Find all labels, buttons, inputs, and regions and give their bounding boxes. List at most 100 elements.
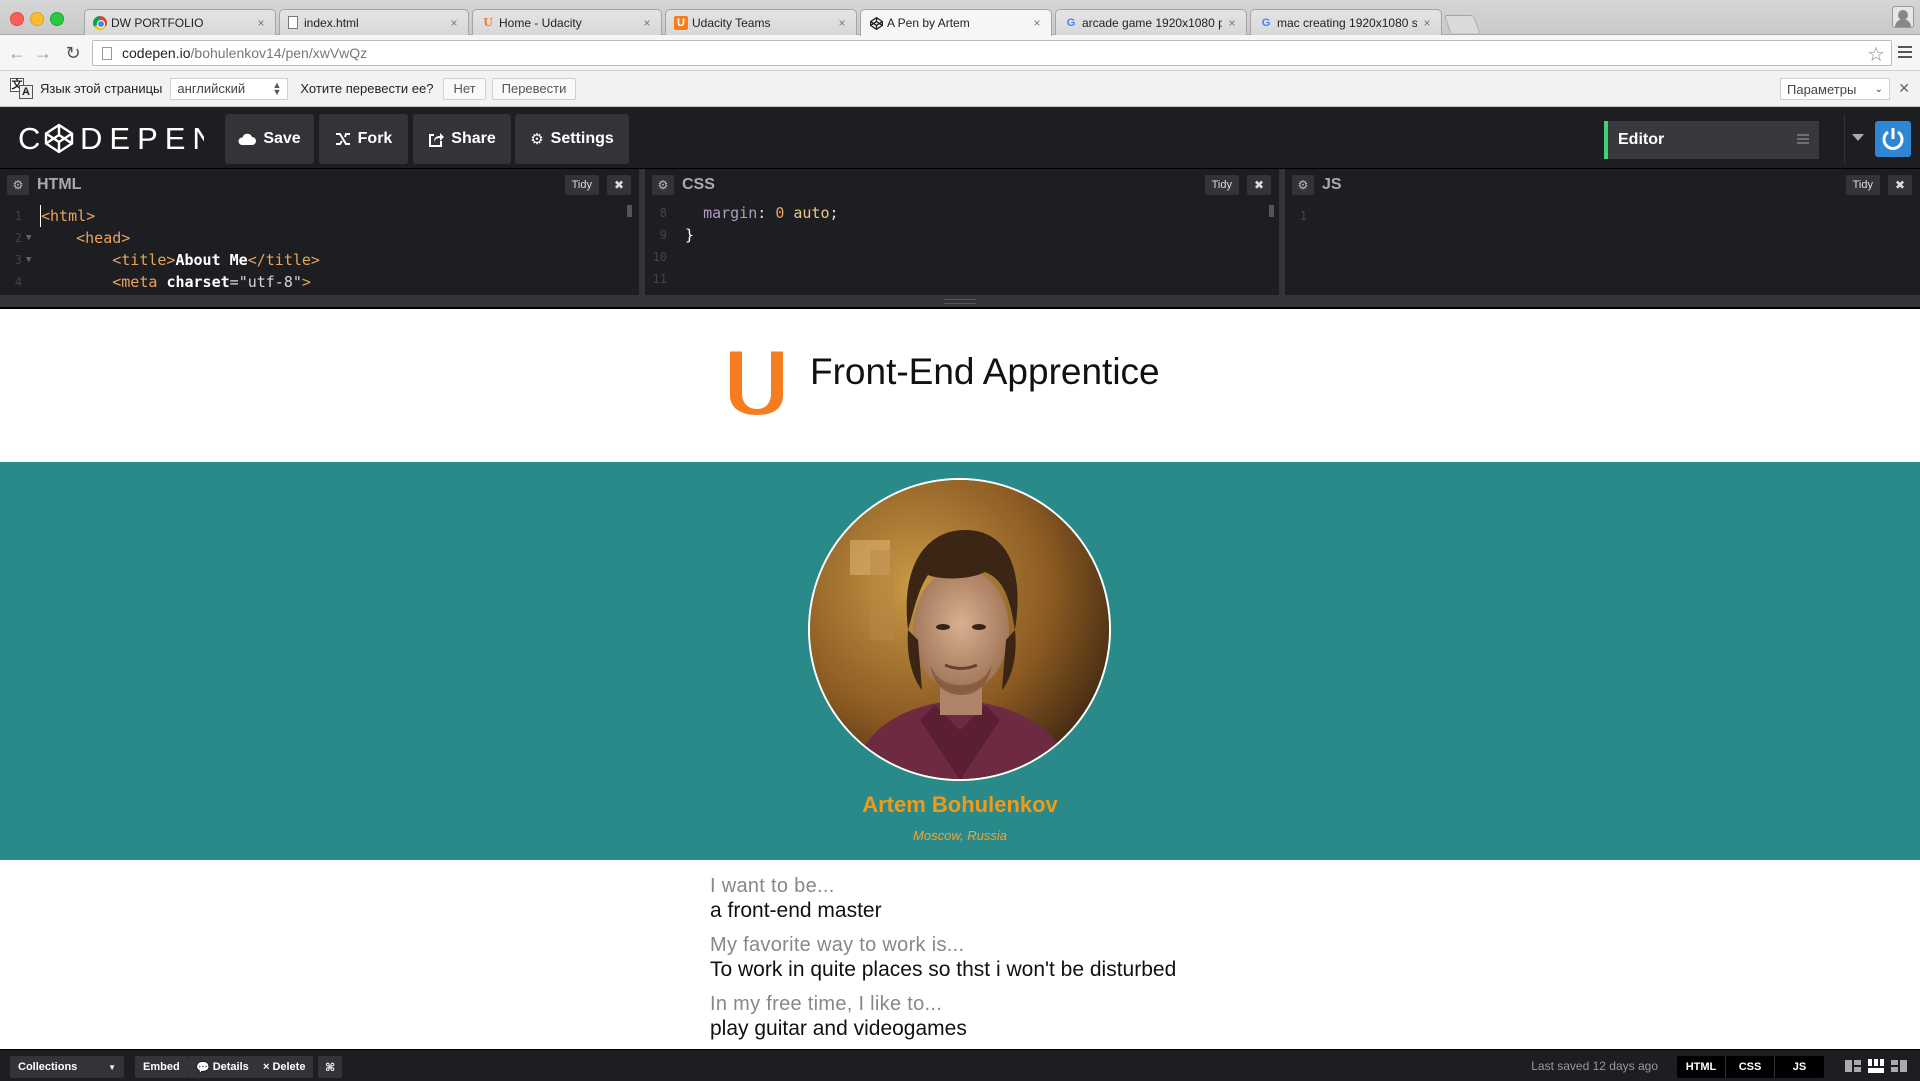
layout-left-icon[interactable] — [1845, 1058, 1861, 1074]
close-tab-icon[interactable]: × — [1421, 16, 1433, 30]
css-pane-close-icon[interactable]: ✖ — [1247, 175, 1271, 195]
close-window-button[interactable] — [10, 12, 24, 26]
view-js-button[interactable]: JS — [1775, 1056, 1824, 1078]
share-button[interactable]: Share — [413, 114, 511, 164]
codepen-icon — [869, 16, 883, 30]
new-tab-button[interactable] — [1443, 15, 1481, 33]
translate-button[interactable]: Перевести — [491, 77, 577, 100]
close-tab-icon[interactable]: × — [641, 16, 653, 30]
close-tab-icon[interactable]: × — [1031, 16, 1043, 30]
browser-tab[interactable]: index.html × — [279, 9, 469, 35]
css-pane[interactable]: ⚙ CSS Tidy ✖ 8 margin: 0 auto; 9} 10 11 — [645, 169, 1279, 295]
select-arrows-icon: ▲ ▼ — [272, 79, 282, 97]
details-button[interactable]: 💬 Details — [188, 1056, 257, 1078]
shortcut-button[interactable]: ⌘ — [318, 1056, 343, 1078]
layout-right-icon[interactable] — [1891, 1058, 1907, 1074]
browser-tab[interactable]: U Home - Udacity × — [472, 9, 662, 35]
view-html-button[interactable]: HTML — [1677, 1056, 1726, 1078]
html-pane[interactable]: ⚙ HTML Tidy ✖ 1 <html> 2 ▼ <head> 3 ▼ <titl… — [0, 169, 639, 295]
editor-label: Editor — [1618, 131, 1665, 148]
editor-view-dropdown[interactable]: Editor — [1604, 121, 1819, 159]
js-code-editor[interactable]: 1 — [1285, 205, 1920, 295]
browser-tab[interactable]: G arcade game 1920x1080 p × — [1055, 9, 1247, 35]
details-label: Details — [212, 1061, 249, 1073]
save-label: Save — [263, 130, 301, 147]
close-tab-icon[interactable]: × — [836, 16, 848, 30]
js-pane[interactable]: ⚙ JS Tidy ✖ 1 — [1285, 169, 1920, 295]
codepen-logo[interactable]: C DEPEN — [18, 121, 208, 155]
settings-button[interactable]: ⚙ Settings — [515, 114, 629, 164]
tab-title: index.html — [304, 15, 359, 30]
save-button[interactable]: Save — [225, 114, 314, 164]
no-button[interactable]: Нет — [443, 77, 486, 100]
view-css-button[interactable]: CSS — [1726, 1056, 1775, 1078]
html-code-editor[interactable]: 1 <html> 2 ▼ <head> 3 ▼ <title> About Me </ti… — [0, 205, 639, 295]
js-tidy-button[interactable]: Tidy — [1845, 175, 1880, 195]
scrollbar-thumb[interactable] — [1269, 205, 1274, 217]
js-pane-close-icon[interactable]: ✖ — [1888, 175, 1912, 195]
chrome-menu-icon[interactable] — [1898, 46, 1912, 58]
fork-button[interactable]: Fork — [319, 114, 408, 164]
chrome-icon — [93, 15, 107, 30]
html-tidy-button[interactable]: Tidy — [564, 175, 599, 195]
close-tab-icon[interactable]: × — [1226, 16, 1238, 30]
browser-tab[interactable]: DW PORTFOLIO × — [84, 9, 276, 35]
code-token: <title> — [112, 251, 176, 269]
url-text: codepen.io/bohulenkov14/pen/xwVwQz — [122, 45, 368, 61]
pane-settings-gear-icon[interactable]: ⚙ — [652, 175, 674, 195]
scrollbar-thumb[interactable] — [627, 205, 632, 217]
code-token: "utf-8" — [238, 273, 302, 291]
reload-icon[interactable]: ↻ — [62, 42, 84, 64]
comment-icon: 💬 — [196, 1061, 210, 1074]
back-arrow-icon[interactable]: ← — [6, 42, 28, 64]
options-dropdown[interactable]: Параметры ⌄ — [1780, 78, 1890, 100]
browser-tab[interactable]: G mac creating 1920x1080 s × — [1250, 9, 1442, 35]
minimize-window-button[interactable] — [30, 12, 44, 26]
power-icon — [1882, 128, 1904, 150]
close-tab-icon[interactable]: × — [255, 16, 267, 30]
html-pane-close-icon[interactable]: ✖ — [607, 175, 631, 195]
html-pane-header: ⚙ HTML Tidy ✖ — [0, 169, 639, 201]
layout-top-icon[interactable] — [1868, 1058, 1884, 1074]
css-code-editor[interactable]: 8 margin: 0 auto; 9} 10 11 — [645, 202, 1279, 295]
code-token: charset — [166, 273, 230, 291]
about-item: In my free time, I like to... play guita… — [710, 993, 1310, 1041]
fold-arrow-icon[interactable]: ▼ — [26, 227, 40, 249]
browser-tab[interactable]: U Udacity Teams × — [665, 9, 857, 35]
file-icon — [288, 16, 298, 29]
delete-button[interactable]: × Delete — [255, 1056, 314, 1078]
line-number: 8 — [659, 206, 667, 220]
line-number: 2 — [14, 231, 22, 245]
css-tidy-button[interactable]: Tidy — [1204, 175, 1239, 195]
translate-icon: 文A — [10, 77, 34, 100]
maximize-window-button[interactable] — [50, 12, 64, 26]
pane-settings-gear-icon[interactable]: ⚙ — [1292, 175, 1314, 195]
line-number: 10 — [652, 250, 667, 264]
udacity-logo-icon — [730, 351, 783, 415]
fold-arrow-icon[interactable]: ▼ — [26, 249, 40, 271]
caret-down-icon[interactable] — [1852, 134, 1864, 141]
preview-frame: Front-End Apprentice Artem Bohulenkov Mo… — [0, 311, 1920, 1049]
address-bar[interactable]: codepen.io/bohulenkov14/pen/xwVwQz ☆ — [92, 40, 1892, 66]
bookmark-star-icon[interactable]: ☆ — [1867, 42, 1885, 67]
settings-label: Settings — [550, 130, 614, 147]
codepen-wordmark: C DEPEN — [18, 121, 204, 155]
share-icon — [428, 132, 445, 147]
forward-arrow-icon[interactable]: → — [32, 42, 54, 64]
user-avatar[interactable] — [1875, 121, 1911, 157]
line-number: 4 — [14, 275, 22, 289]
collections-label: Collections — [18, 1061, 78, 1073]
editor-resize-bar[interactable] — [0, 295, 1920, 309]
close-tab-icon[interactable]: × — [448, 16, 460, 30]
browser-tab-active[interactable]: A Pen by Artem × — [860, 9, 1052, 36]
profile-icon[interactable] — [1892, 6, 1914, 28]
language-select[interactable]: английский ▲ ▼ — [170, 77, 289, 100]
about-question: I want to be... — [710, 875, 835, 897]
close-translate-icon[interactable]: ✕ — [1898, 80, 1910, 97]
line-number: 3 — [14, 253, 22, 267]
pane-settings-gear-icon[interactable]: ⚙ — [7, 175, 29, 195]
line-number: 1 — [1299, 209, 1307, 223]
embed-button[interactable]: Embed — [135, 1056, 188, 1078]
collections-dropdown[interactable]: Collections ▼ — [10, 1056, 124, 1078]
code-token: > — [301, 273, 311, 291]
